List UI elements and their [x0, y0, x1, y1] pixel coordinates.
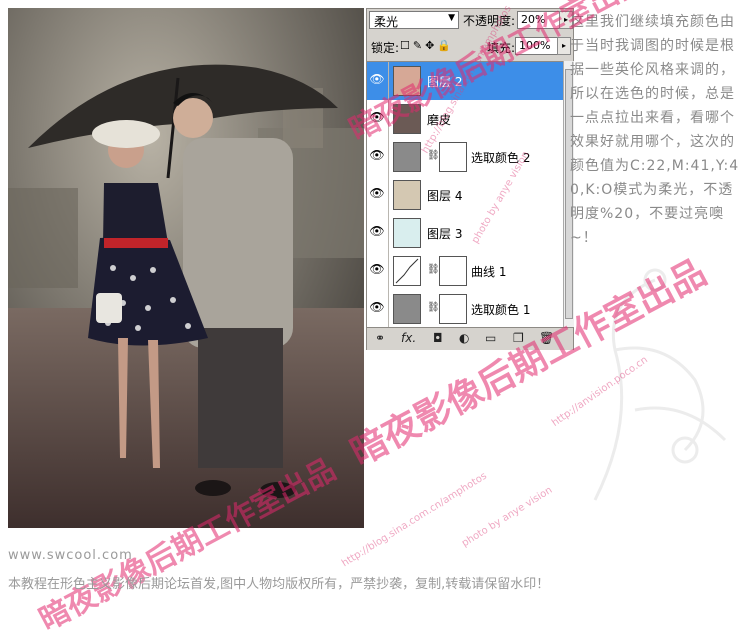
adjustment-thumbnail: [393, 142, 421, 172]
curves-thumbnail: [393, 256, 421, 286]
lock-label: 锁定:: [371, 41, 400, 55]
layer-name: 选取颜色 2: [471, 151, 531, 165]
chain-link-icon: ⛓: [427, 264, 440, 275]
eye-icon[interactable]: 👁: [369, 110, 385, 126]
mask-thumbnail: [439, 142, 467, 172]
blend-row: 柔光 ▼ 不透明度: 20% ▸: [369, 11, 573, 31]
eye-icon[interactable]: 👁: [369, 186, 385, 202]
copyright-notice: 本教程在形色主义影像后期论坛首发,图中人物均版权所有，严禁抄袭，复制,转载请保留…: [8, 577, 550, 592]
layer-thumbnail: [393, 180, 421, 210]
layer-row[interactable]: 👁 ⛓ 选取颜色 2: [367, 138, 563, 177]
blend-mode-value: 柔光: [374, 15, 399, 29]
opacity-label: 不透明度:: [463, 14, 516, 28]
lock-all-icon[interactable]: 🔒: [437, 39, 454, 52]
new-layer-icon[interactable]: ❐: [513, 331, 524, 345]
eye-icon[interactable]: 👁: [369, 72, 385, 88]
lock-move-icon[interactable]: ✥: [425, 39, 437, 52]
mask-icon[interactable]: ◘: [433, 331, 443, 345]
layer-row[interactable]: 👁 磨皮: [367, 100, 563, 139]
eye-icon[interactable]: 👁: [369, 262, 385, 278]
layer-row[interactable]: 👁 ⛓ 曲线 1: [367, 252, 563, 291]
adjustment-thumbnail: [393, 294, 421, 324]
layer-name: 曲线 1: [471, 265, 507, 279]
layer-list: 👁 图层 2 👁 磨皮 👁 ⛓ 选取颜色 2 👁 图层 4 👁 图层 3 👁 ⛓…: [367, 61, 563, 329]
eye-icon[interactable]: 👁: [369, 300, 385, 316]
folder-icon[interactable]: ▭: [485, 331, 496, 345]
opacity-input[interactable]: 20%: [517, 11, 561, 29]
lock-icons[interactable]: ☐✎✥🔒: [400, 39, 454, 52]
fill-slider-button[interactable]: ▸: [557, 37, 571, 55]
mask-thumbnail: [439, 256, 467, 286]
layer-thumbnail: [393, 104, 421, 134]
watermark-small: photo by anye vision: [460, 484, 555, 550]
fill-input[interactable]: 100%: [515, 37, 559, 55]
site-url: www.swcool.com: [8, 548, 133, 563]
trash-icon[interactable]: 🗑: [539, 331, 554, 345]
layer-name: 选取颜色 1: [471, 303, 531, 317]
adjustment-icon[interactable]: ◐: [459, 331, 469, 345]
layer-name: 图层 2: [427, 75, 463, 89]
eye-icon[interactable]: 👁: [369, 224, 385, 240]
layers-bottom-bar: ⚭ fx. ◘ ◐ ▭ ❐ 🗑: [367, 327, 573, 350]
layer-name: 图层 4: [427, 189, 463, 203]
lock-brush-icon[interactable]: ✎: [413, 39, 425, 52]
fx-icon[interactable]: fx.: [401, 331, 416, 345]
chevron-down-icon: ▼: [448, 13, 455, 23]
layer-row[interactable]: 👁 图层 3: [367, 214, 563, 253]
chain-link-icon: ⛓: [427, 302, 440, 313]
photo-canvas: [8, 8, 364, 528]
fill-label: 填充:: [487, 41, 516, 55]
layer-row[interactable]: 👁 ⛓ 选取颜色 1: [367, 290, 563, 329]
layers-panel: 柔光 ▼ 不透明度: 20% ▸ 锁定: ☐✎✥🔒 填充: 100% ▸ 👁 图…: [366, 8, 574, 350]
tutorial-text: 这里我们继续填充颜色由于当时我调图的时候是根据一些英伦风格来调的，所以在选色的时…: [570, 14, 740, 246]
link-icon[interactable]: ⚭: [375, 331, 385, 345]
layer-name: 图层 3: [427, 227, 463, 241]
blend-mode-select[interactable]: 柔光 ▼: [369, 11, 459, 29]
eye-icon[interactable]: 👁: [369, 148, 385, 164]
couple-photo: [8, 8, 364, 528]
layer-row[interactable]: 👁 图层 2: [367, 62, 563, 101]
mask-thumbnail: [439, 294, 467, 324]
layer-row[interactable]: 👁 图层 4: [367, 176, 563, 215]
layer-name: 磨皮: [427, 113, 452, 127]
lock-transparent-icon[interactable]: ☐: [400, 39, 413, 52]
floral-ornament: [593, 268, 727, 501]
layer-thumbnail: [393, 66, 421, 96]
chain-link-icon: ⛓: [427, 150, 440, 161]
layer-thumbnail: [393, 218, 421, 248]
